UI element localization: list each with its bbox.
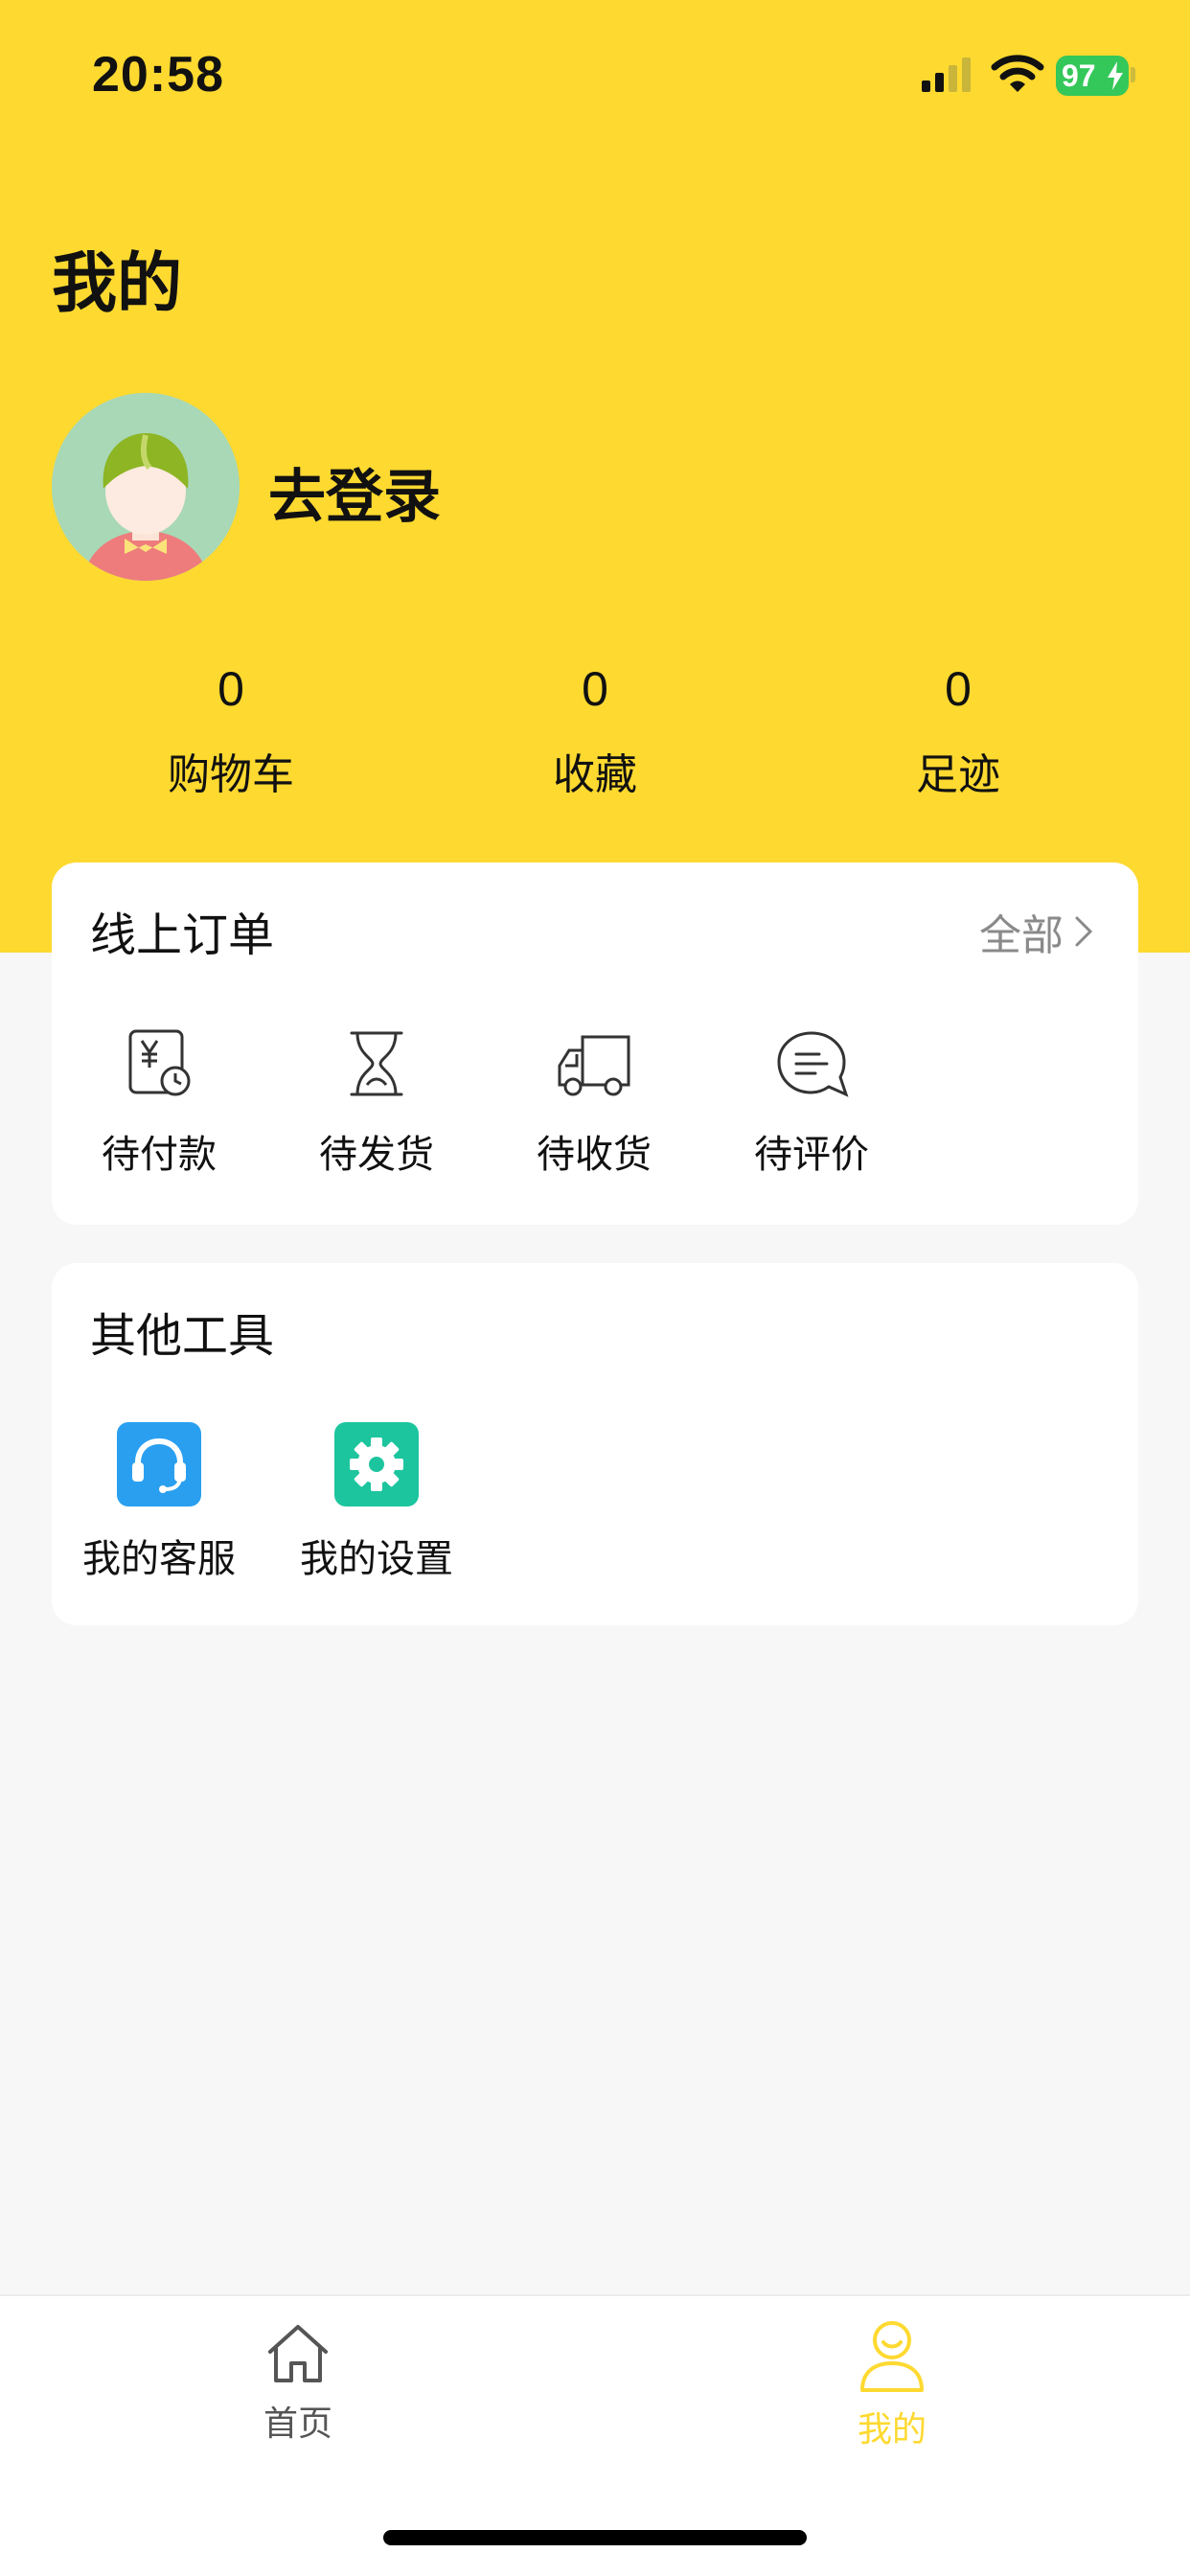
headset-icon — [117, 1422, 201, 1506]
stat-history-label: 足迹 — [916, 750, 1000, 799]
tab-profile-label: 我的 — [857, 2410, 927, 2450]
stat-favorites-label: 收藏 — [553, 750, 637, 799]
order-pending-review-label: 待评价 — [754, 1133, 869, 1177]
comment-icon — [777, 1031, 849, 1097]
order-pending-payment[interactable]: 待付款 — [54, 1025, 264, 1179]
tool-customer-service-label: 我的客服 — [82, 1537, 236, 1581]
tool-settings-label: 我的设置 — [300, 1537, 453, 1581]
cellular-signal-icon — [922, 58, 971, 92]
orders-card: 线上订单 全部 待付款 待发货 待收货 待评价 — [52, 862, 1138, 1225]
battery-nub — [1131, 67, 1135, 82]
stat-cart-label: 购物车 — [168, 750, 294, 799]
stat-history[interactable]: 0 足迹 — [843, 661, 1073, 801]
tab-home-label: 首页 — [263, 2404, 332, 2444]
login-link[interactable]: 去登录 — [268, 450, 441, 534]
home-indicator — [383, 2530, 807, 2545]
profile-icon — [860, 2321, 924, 2392]
stat-history-count: 0 — [945, 662, 972, 716]
order-pending-receipt-label: 待收货 — [537, 1133, 652, 1177]
orders-title: 线上订单 — [90, 908, 275, 962]
battery-level: 97 — [1062, 58, 1096, 93]
chevron-right-icon — [1075, 916, 1093, 947]
truck-icon — [558, 1035, 630, 1096]
tool-settings[interactable]: 我的设置 — [271, 1422, 482, 1583]
stat-cart[interactable]: 0 购物车 — [116, 661, 346, 801]
order-pending-review[interactable]: 待评价 — [706, 1025, 917, 1179]
order-pending-shipment-label: 待发货 — [319, 1133, 434, 1177]
order-pending-payment-label: 待付款 — [102, 1133, 217, 1177]
status-time: 20:58 — [92, 47, 224, 103]
home-icon — [268, 2325, 328, 2382]
hourglass-icon — [350, 1031, 403, 1096]
charging-bolt-icon — [1108, 61, 1123, 90]
order-pending-receipt[interactable]: 待收货 — [489, 1025, 699, 1179]
stat-favorites[interactable]: 0 收藏 — [480, 661, 710, 801]
tool-customer-service[interactable]: 我的客服 — [54, 1422, 264, 1583]
page-title: 我的 — [52, 246, 183, 322]
gear-icon — [334, 1422, 419, 1506]
stat-favorites-count: 0 — [582, 662, 608, 716]
avatar-illustration-icon — [52, 393, 240, 581]
tools-title: 其他工具 — [90, 1309, 275, 1363]
battery-indicator: 97 — [1056, 56, 1129, 96]
stat-cart-count: 0 — [217, 662, 244, 716]
wifi-icon — [991, 55, 1044, 92]
payment-pending-icon — [128, 1029, 191, 1096]
tools-card: 其他工具 我的客服 我的设置 — [52, 1263, 1138, 1625]
order-pending-shipment[interactable]: 待发货 — [271, 1025, 482, 1179]
avatar[interactable] — [52, 393, 240, 581]
orders-all-link[interactable]: 全部 — [979, 901, 1096, 962]
tab-profile[interactable]: 我的 — [796, 2319, 988, 2451]
tab-home[interactable]: 首页 — [202, 2319, 394, 2446]
orders-all-label: 全部 — [979, 911, 1064, 960]
